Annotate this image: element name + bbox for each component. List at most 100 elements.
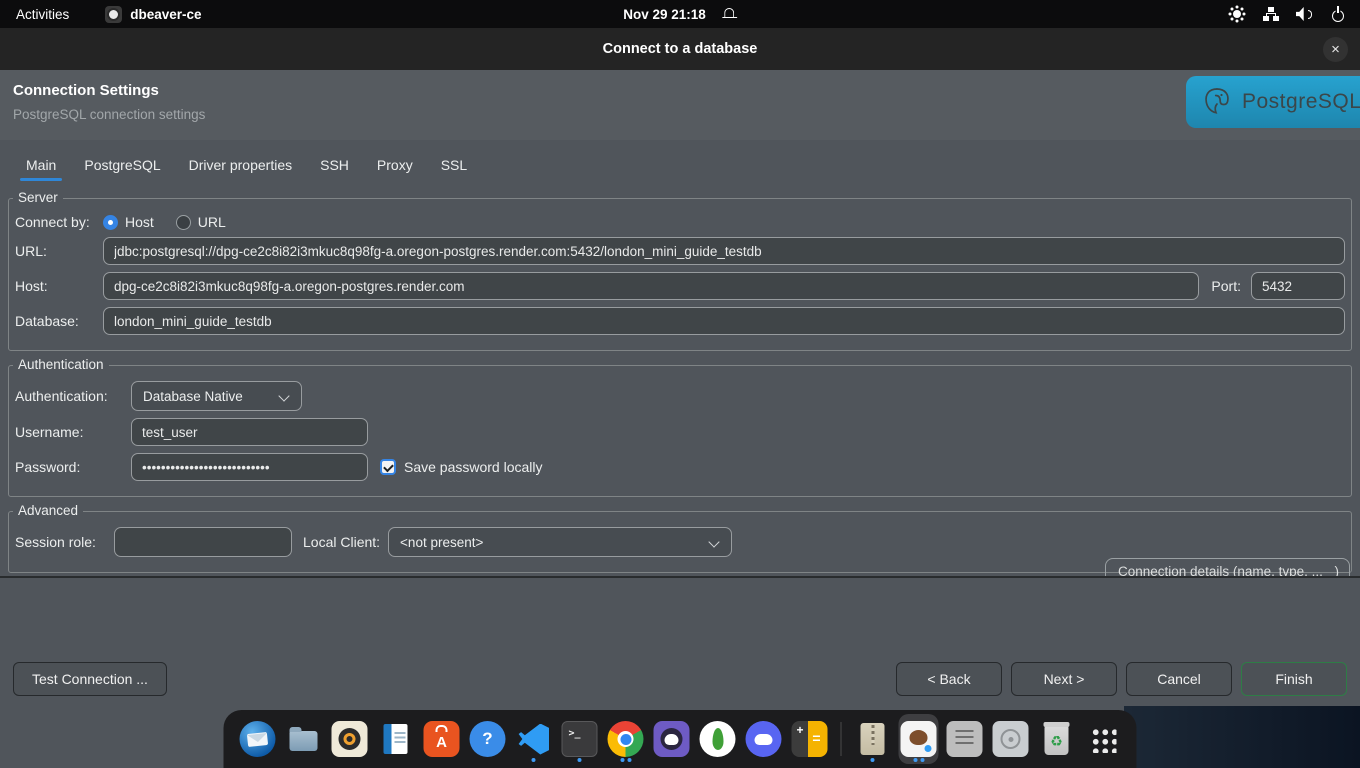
close-button[interactable]: × — [1323, 37, 1348, 62]
next-button[interactable]: Next > — [1011, 662, 1117, 696]
connection-details-button-label: Connection details (name, type, ... — [1118, 564, 1323, 576]
dialog-title: Connect to a database — [603, 41, 758, 57]
back-button[interactable]: < Back — [896, 662, 1002, 696]
postgresql-logo-text: PostgreSQL — [1242, 90, 1360, 114]
url-input[interactable] — [103, 237, 1345, 265]
password-label: Password: — [15, 459, 131, 475]
page-title: Connection Settings — [13, 82, 1360, 99]
tab-postgresql[interactable]: PostgreSQL — [70, 149, 174, 184]
disks-icon[interactable] — [991, 714, 1031, 764]
mongodb-compass-icon[interactable] — [698, 714, 738, 764]
username-input[interactable] — [131, 418, 368, 446]
notification-bell-icon — [722, 7, 737, 21]
dbeaver-app-icon — [105, 6, 122, 23]
trash-icon[interactable]: ♻ — [1037, 714, 1077, 764]
connect-by-host-radio[interactable] — [103, 215, 118, 230]
session-role-label: Session role: — [15, 534, 114, 550]
help-icon[interactable]: ? — [468, 714, 508, 764]
server-group: Server Connect by: Host URL URL: Host: P… — [8, 198, 1352, 351]
archive-manager-icon[interactable] — [853, 714, 893, 764]
connection-details-button-suffix: ) — [1335, 564, 1340, 576]
host-input[interactable] — [103, 272, 1199, 300]
cancel-button[interactable]: Cancel — [1126, 662, 1232, 696]
postgresql-logo: PostgreSQL — [1186, 76, 1360, 128]
server-group-legend: Server — [13, 190, 63, 205]
advanced-row: Session role: Local Client: <not present… — [15, 527, 1345, 557]
dock-separator — [841, 722, 842, 756]
session-role-input[interactable] — [114, 527, 292, 557]
discord-icon[interactable] — [744, 714, 784, 764]
close-icon: × — [1331, 42, 1340, 57]
thunderbird-icon[interactable] — [238, 714, 278, 764]
authentication-group-legend: Authentication — [13, 357, 109, 372]
port-label: Port: — [1211, 278, 1241, 294]
tab-ssl[interactable]: SSL — [427, 149, 481, 184]
clock-menu[interactable]: Nov 29 21:18 — [623, 7, 737, 22]
authentication-group: Authentication Authentication: Database … — [8, 365, 1352, 497]
dock: A? >_ ♻ — [224, 710, 1137, 768]
finish-button[interactable]: Finish — [1241, 662, 1347, 696]
tab-ssh[interactable]: SSH — [306, 149, 363, 184]
main-tab-content: Server Connect by: Host URL URL: Host: P… — [0, 184, 1360, 576]
authentication-select[interactable]: Database Native — [131, 381, 302, 411]
local-client-label: Local Client: — [303, 534, 380, 550]
system-status-area[interactable] — [1228, 0, 1346, 28]
username-label: Username: — [15, 424, 131, 440]
chrome-icon[interactable] — [606, 714, 646, 764]
host-label: Host: — [15, 278, 103, 294]
connect-by-url-radio[interactable] — [176, 215, 191, 230]
password-row: Password: Save password locally — [15, 453, 1345, 481]
connect-by-host-radio-label[interactable]: Host — [125, 214, 154, 230]
url-row: URL: — [15, 237, 1345, 265]
tab-driver-properties[interactable]: Driver properties — [175, 149, 306, 184]
dialog-button-row: Test Connection ... < Back Next > Cancel… — [0, 662, 1360, 696]
dbeaver-icon[interactable] — [899, 714, 939, 764]
content-separator — [0, 576, 1360, 578]
desktop-background-corner — [1124, 706, 1360, 768]
connection-details-button[interactable]: Connection details (name, type, ... ) — [1105, 558, 1350, 576]
username-row: Username: — [15, 418, 1345, 446]
files-icon[interactable] — [284, 714, 324, 764]
authentication-row: Authentication: Database Native — [15, 381, 1345, 411]
calculator-icon[interactable] — [790, 714, 830, 764]
preferences-icon[interactable] — [945, 714, 985, 764]
postgresql-elephant-icon — [1199, 84, 1235, 120]
local-client-select[interactable]: <not present> — [388, 527, 732, 557]
app-grid-icon[interactable] — [1083, 714, 1123, 764]
ubuntu-software-icon[interactable]: A — [422, 714, 462, 764]
screen: Activities dbeaver-ce Nov 29 21:18 Conne… — [0, 0, 1360, 768]
advanced-group-legend: Advanced — [13, 503, 83, 518]
password-input[interactable] — [131, 453, 368, 481]
connect-by-url-radio-label[interactable]: URL — [198, 214, 226, 230]
tab-main[interactable]: Main — [12, 149, 70, 184]
authentication-label: Authentication: — [15, 388, 131, 404]
libreoffice-writer-icon[interactable] — [376, 714, 416, 764]
network-icon — [1263, 7, 1279, 22]
top-bar: Activities dbeaver-ce Nov 29 21:18 — [0, 0, 1360, 28]
clock: Nov 29 21:18 — [623, 7, 706, 22]
tab-bar: Main PostgreSQL Driver properties SSH Pr… — [0, 140, 1360, 184]
github-desktop-icon[interactable] — [652, 714, 692, 764]
rhythmbox-icon[interactable] — [330, 714, 370, 764]
database-input[interactable] — [103, 307, 1345, 335]
dialog-header: Connection Settings PostgreSQL connectio… — [0, 70, 1360, 140]
database-label: Database: — [15, 313, 103, 329]
save-password-label[interactable]: Save password locally — [404, 459, 543, 475]
vscode-icon[interactable] — [514, 714, 554, 764]
volume-icon — [1296, 7, 1313, 21]
terminal-icon[interactable]: >_ — [560, 714, 600, 764]
tab-proxy[interactable]: Proxy — [363, 149, 427, 184]
focused-app-name: dbeaver-ce — [130, 7, 201, 22]
url-label: URL: — [15, 243, 103, 259]
connect-by-row: Connect by: Host URL — [15, 214, 1345, 230]
activities-button[interactable]: Activities — [16, 7, 69, 22]
local-client-select-value: <not present> — [400, 535, 483, 550]
connect-by-label: Connect by: — [15, 214, 103, 230]
save-password-checkbox[interactable] — [380, 459, 396, 475]
brightness-icon — [1228, 5, 1246, 23]
power-icon — [1330, 6, 1346, 23]
port-input[interactable] — [1251, 272, 1345, 300]
test-connection-button[interactable]: Test Connection ... — [13, 662, 167, 696]
focused-app-indicator[interactable]: dbeaver-ce — [105, 6, 201, 23]
host-row: Host: Port: — [15, 272, 1345, 300]
